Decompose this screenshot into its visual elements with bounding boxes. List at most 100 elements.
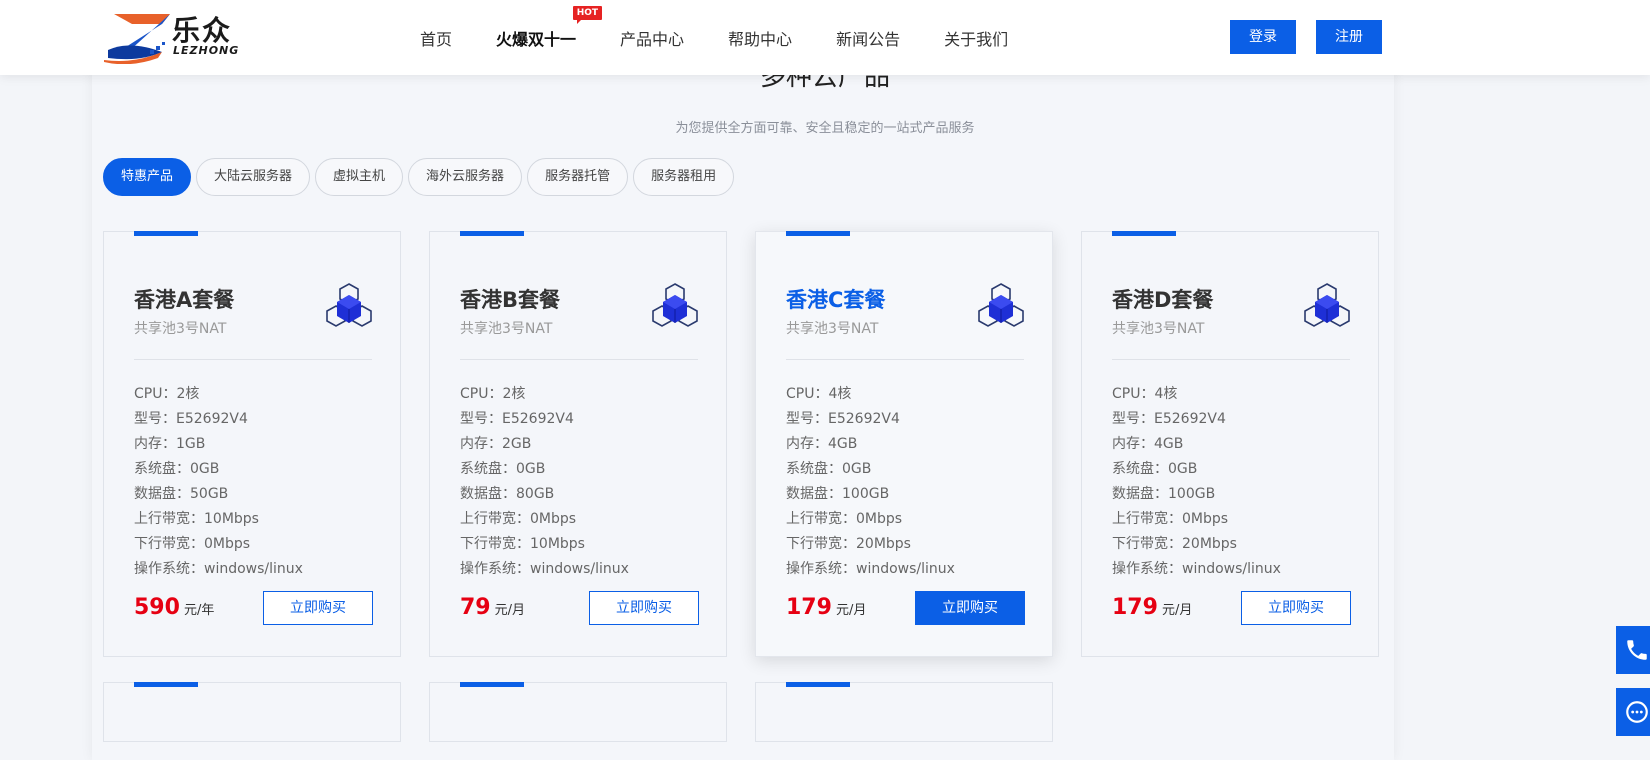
buy-now-button[interactable]: 立即购买 [915, 591, 1025, 625]
cube-icon [978, 283, 1024, 327]
spec-model: 型号：E52692V4 [1112, 411, 1226, 427]
card-price: 590 元/年 [134, 595, 214, 620]
spec-upstream: 上行带宽：0Mbps [786, 511, 903, 527]
spec-model: 型号：E52692V4 [786, 411, 900, 427]
spec-downstream: 下行带宽：20Mbps [786, 536, 911, 552]
price-unit: 元/月 [494, 603, 526, 618]
card-divider [1112, 359, 1350, 360]
spec-os: 操作系统：windows/linux [460, 561, 629, 577]
tab-overseas-cloud[interactable]: 海外云服务器 [408, 158, 523, 196]
spec-system-disk: 系统盘：0GB [1112, 461, 1198, 477]
price-value: 179 [1112, 595, 1158, 620]
spec-os: 操作系统：windows/linux [786, 561, 955, 577]
card-accent-bar [786, 231, 850, 236]
spec-data-disk: 数据盘：50GB [134, 486, 229, 502]
buy-now-button[interactable]: 立即购买 [263, 591, 373, 625]
price-value: 179 [786, 595, 832, 620]
card-pool: 共享池3号NAT [134, 321, 227, 337]
spec-list: CPU：2核 型号：E52692V4 内存：2GB 系统盘：0GB 数据盘：80… [460, 382, 629, 582]
spec-cpu: CPU：2核 [134, 386, 200, 402]
price-value: 590 [134, 595, 180, 620]
site-header: 乐众 LEZHONG 首页 火爆双十一 HOT 产品中心 帮助中心 新闻公告 关… [0, 0, 1650, 75]
tab-server-hosting[interactable]: 服务器托管 [527, 158, 629, 196]
nav-item-about[interactable]: 关于我们 [944, 26, 1008, 50]
spec-data-disk: 数据盘：100GB [786, 486, 890, 502]
spec-upstream: 上行带宽：0Mbps [1112, 511, 1229, 527]
buy-now-button[interactable]: 立即购买 [1241, 591, 1351, 625]
product-card-d: 香港D套餐 共享池3号NAT CPU：4核 型号：E52692V4 内存：4GB… [1081, 231, 1379, 657]
spec-data-disk: 数据盘：80GB [460, 486, 555, 502]
spec-list: CPU：4核 型号：E52692V4 内存：4GB 系统盘：0GB 数据盘：10… [1112, 382, 1281, 582]
logo-text-en: LEZHONG [173, 44, 240, 57]
spec-system-disk: 系统盘：0GB [134, 461, 220, 477]
spec-data-disk: 数据盘：100GB [1112, 486, 1216, 502]
spec-memory: 内存：2GB [460, 436, 532, 452]
nav-item-help[interactable]: 帮助中心 [728, 26, 792, 50]
price-unit: 元/年 [183, 603, 215, 618]
nav-item-home[interactable]: 首页 [420, 26, 452, 50]
nav-item-news[interactable]: 新闻公告 [836, 26, 900, 50]
cube-icon [652, 283, 698, 327]
phone-icon [1627, 640, 1647, 660]
spec-memory: 内存：1GB [134, 436, 206, 452]
cube-icon [326, 283, 372, 327]
spec-model: 型号：E52692V4 [134, 411, 248, 427]
card-name: 香港A套餐 [134, 288, 235, 312]
price-value: 79 [460, 595, 491, 620]
card-accent-bar [460, 231, 524, 236]
spec-downstream: 下行带宽：20Mbps [1112, 536, 1237, 552]
spec-upstream: 上行带宽：0Mbps [460, 511, 577, 527]
spec-cpu: CPU：2核 [460, 386, 526, 402]
spec-cpu: CPU：4核 [1112, 386, 1178, 402]
spec-system-disk: 系统盘：0GB [786, 461, 872, 477]
tab-mainland-cloud[interactable]: 大陆云服务器 [196, 158, 311, 196]
cube-icon [1304, 283, 1350, 327]
card-accent-bar [786, 682, 850, 687]
login-button[interactable]: 登录 [1230, 20, 1296, 54]
card-pool: 共享池3号NAT [1112, 321, 1205, 337]
tab-server-rental[interactable]: 服务器租用 [633, 158, 735, 196]
spec-system-disk: 系统盘：0GB [460, 461, 546, 477]
spec-cpu: CPU：4核 [786, 386, 852, 402]
chat-float-button[interactable] [1616, 688, 1650, 736]
product-tabs: 特惠产品 大陆云服务器 虚拟主机 海外云服务器 服务器托管 服务器租用 [103, 158, 739, 196]
section-subtitle: 为您提供全方面可靠、安全且稳定的一站式产品服务 [675, 121, 975, 136]
spec-upstream: 上行带宽：10Mbps [134, 511, 259, 527]
card-divider [460, 359, 698, 360]
card-name: 香港D套餐 [1112, 288, 1214, 312]
price-unit: 元/月 [1161, 603, 1193, 618]
spec-memory: 内存：4GB [786, 436, 858, 452]
hot-badge: HOT [572, 5, 603, 24]
register-button[interactable]: 注册 [1316, 20, 1382, 54]
spec-memory: 内存：4GB [1112, 436, 1184, 452]
product-card-stub [429, 682, 727, 742]
product-card-stub [103, 682, 401, 742]
card-accent-bar [460, 682, 524, 687]
spec-list: CPU：2核 型号：E52692V4 内存：1GB 系统盘：0GB 数据盘：50… [134, 382, 303, 582]
tab-virtual-host[interactable]: 虚拟主机 [315, 158, 404, 196]
card-pool: 共享池3号NAT [460, 321, 553, 337]
buy-now-button[interactable]: 立即购买 [589, 591, 699, 625]
card-price: 179 元/月 [786, 595, 866, 620]
nav-item-double-eleven[interactable]: 火爆双十一 HOT [496, 5, 603, 50]
spec-os: 操作系统：windows/linux [134, 561, 303, 577]
product-card-a: 香港A套餐 共享池3号NAT CPU：2核 型号：E52692V4 内存：1GB… [103, 231, 401, 657]
tab-special-offers[interactable]: 特惠产品 [103, 158, 192, 196]
product-card-b: 香港B套餐 共享池3号NAT CPU：2核 型号：E52692V4 内存：2GB… [429, 231, 727, 657]
spec-model: 型号：E52692V4 [460, 411, 574, 427]
spec-downstream: 下行带宽：0Mbps [134, 536, 251, 552]
spec-downstream: 下行带宽：10Mbps [460, 536, 585, 552]
spec-os: 操作系统：windows/linux [1112, 561, 1281, 577]
card-divider [786, 359, 1024, 360]
card-accent-bar [134, 682, 198, 687]
card-accent-bar [1112, 231, 1176, 236]
card-pool: 共享池3号NAT [786, 321, 879, 337]
main-nav: 首页 火爆双十一 HOT 产品中心 帮助中心 新闻公告 关于我们 [420, 0, 1052, 75]
card-divider [134, 359, 372, 360]
card-price: 79 元/月 [460, 595, 525, 620]
logo-text-cn: 乐众 [172, 14, 233, 47]
nav-item-products[interactable]: 产品中心 [620, 26, 684, 50]
phone-float-button[interactable] [1616, 626, 1650, 674]
spec-list: CPU：4核 型号：E52692V4 内存：4GB 系统盘：0GB 数据盘：10… [786, 382, 955, 582]
product-card-c: 香港C套餐 共享池3号NAT CPU：4核 型号：E52692V4 内存：4GB… [755, 231, 1053, 657]
